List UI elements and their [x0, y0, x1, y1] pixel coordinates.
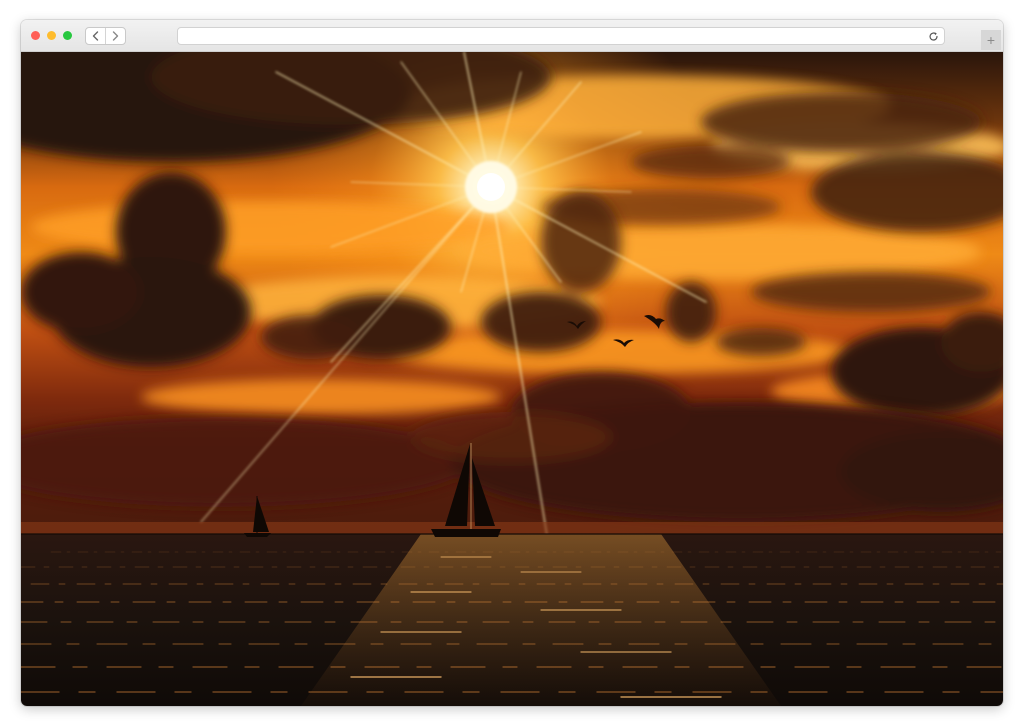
chevron-right-icon	[112, 31, 119, 41]
browser-window: +	[21, 20, 1003, 706]
sunset-photo	[21, 52, 1003, 706]
reload-icon[interactable]	[928, 31, 939, 42]
chevron-left-icon	[92, 31, 99, 41]
minimize-window-button[interactable]	[47, 31, 56, 40]
forward-button[interactable]	[105, 28, 125, 44]
back-button[interactable]	[86, 28, 105, 44]
browser-toolbar: +	[21, 20, 1003, 52]
zoom-window-button[interactable]	[63, 31, 72, 40]
close-window-button[interactable]	[31, 31, 40, 40]
address-bar[interactable]	[177, 27, 945, 45]
page-content	[21, 52, 1003, 706]
plus-icon: +	[986, 32, 996, 48]
new-tab-button[interactable]: +	[981, 30, 1001, 50]
navigation-buttons	[85, 27, 126, 45]
